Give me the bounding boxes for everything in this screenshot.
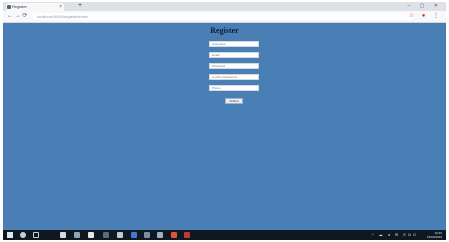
window-controls[interactable]: – ▢ ✕ <box>408 2 442 10</box>
app-icon[interactable] <box>103 232 109 238</box>
page-viewport: Register Submit <box>3 23 446 230</box>
app-icon[interactable] <box>131 232 137 238</box>
windows-start-icon[interactable] <box>7 232 13 238</box>
explorer-icon[interactable] <box>60 232 66 238</box>
submit-button[interactable]: Submit <box>225 98 243 104</box>
app-icon[interactable] <box>157 232 163 238</box>
tab-register[interactable]: Register × <box>6 3 64 11</box>
system-tray[interactable]: ^ ☁ ◂ ✉ ENG <box>372 230 418 240</box>
taskbar: ^ ☁ ◂ ✉ ENG 10:45 15/04/2019 <box>3 230 446 240</box>
email-input[interactable] <box>209 52 259 58</box>
clock[interactable]: 10:45 15/04/2019 <box>427 231 442 239</box>
page-title: Register <box>210 26 239 35</box>
address-bar[interactable]: localhost:5000/register/index <box>33 13 413 20</box>
phone-input[interactable] <box>209 85 259 91</box>
office-icon[interactable] <box>171 232 177 238</box>
username-input[interactable] <box>209 41 259 47</box>
browser-window: Register × + – ▢ ✕ ← → ⟳ localhost:5000/… <box>3 2 446 240</box>
task-view-icon[interactable] <box>33 232 39 238</box>
navigation-icons[interactable]: ← → ⟳ <box>7 12 27 21</box>
tab-title: Register <box>12 4 27 9</box>
clock-date: 15/04/2019 <box>426 235 442 239</box>
store-icon[interactable] <box>74 232 80 238</box>
toolbar-actions[interactable]: ☆ ● ⋮ <box>409 12 442 21</box>
tab-bar: Register × + – ▢ ✕ <box>3 2 446 11</box>
new-tab-button[interactable]: + <box>78 2 82 10</box>
browser-toolbar: ← → ⟳ localhost:5000/register/index ☆ ● … <box>3 11 446 23</box>
chrome-icon[interactable] <box>88 232 94 238</box>
search-icon[interactable] <box>20 232 26 238</box>
app-icon[interactable] <box>144 232 150 238</box>
app-icon[interactable] <box>184 232 190 238</box>
confirm-password-input[interactable] <box>209 74 259 80</box>
favicon-icon <box>7 5 11 9</box>
tab-close-icon[interactable]: × <box>59 3 62 11</box>
app-icon[interactable] <box>117 232 123 238</box>
password-input[interactable] <box>209 63 259 69</box>
